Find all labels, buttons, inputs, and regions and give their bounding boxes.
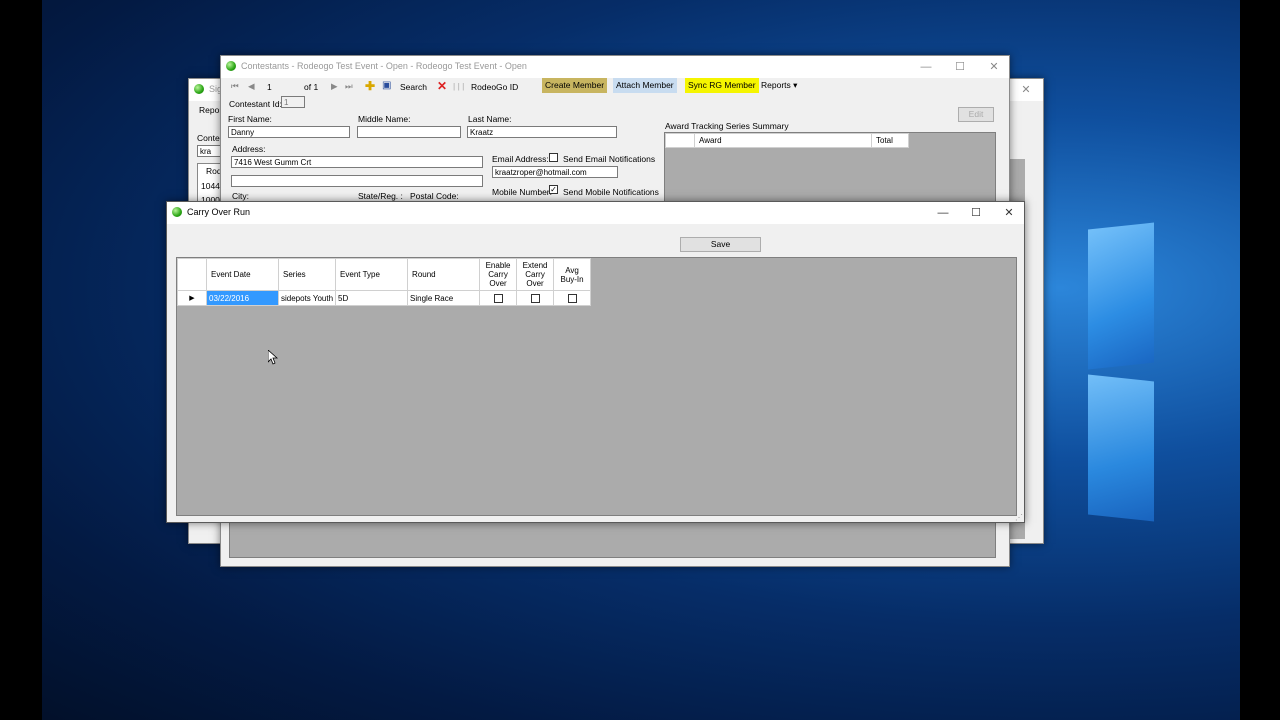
award-summary-title: Award Tracking Series Summary	[665, 121, 789, 131]
minimize-icon[interactable]: —	[915, 59, 937, 75]
reports-menu[interactable]: Repor	[199, 105, 222, 115]
last-name-label: Last Name:	[468, 114, 512, 124]
address-line2-field[interactable]	[231, 175, 483, 187]
last-record-icon[interactable]: ⏭	[345, 81, 353, 92]
close-icon[interactable]: ✕	[998, 205, 1020, 221]
column-header-avg-buy-in[interactable]: Avg Buy-In	[553, 258, 592, 291]
send-email-checkbox[interactable]	[549, 153, 558, 162]
edit-button[interactable]: Edit	[958, 107, 994, 122]
search-button[interactable]: Search	[400, 82, 427, 92]
cell-extend-carry-over[interactable]	[516, 290, 555, 306]
send-mobile-checkbox[interactable]: ✓	[549, 185, 558, 194]
state-label: State/Reg. :	[358, 191, 403, 201]
cell-event-type[interactable]: 5D	[335, 290, 409, 306]
add-icon[interactable]: ✚	[365, 79, 375, 93]
attach-member-button[interactable]: Attach Member	[613, 78, 677, 93]
first-name-label: First Name:	[228, 114, 272, 124]
maximize-icon[interactable]: ☐	[949, 59, 971, 75]
minimize-icon[interactable]: —	[932, 205, 954, 221]
column-header-enable-carry-over[interactable]: Enable Carry Over	[479, 258, 518, 291]
close-icon[interactable]: ✕	[1015, 82, 1037, 98]
middle-name-field[interactable]	[357, 126, 461, 138]
column-header-total[interactable]: Total	[871, 133, 909, 148]
address-line1-field[interactable]: 7416 West Gumm Crt	[231, 156, 483, 168]
contestant-id-field: 1	[281, 96, 305, 108]
email-field[interactable]: kraatzroper@hotmail.com	[492, 166, 618, 178]
contestants-titlebar[interactable]: Contestants - Rodeogo Test Event - Open …	[221, 56, 1009, 78]
contestant-id-label: Contestant Id:	[229, 99, 282, 109]
toolbar-separator: | | |	[453, 81, 465, 91]
save-disk-icon[interactable]: ▣	[382, 80, 391, 91]
reports-dropdown[interactable]: Reports ▾	[758, 78, 800, 93]
sync-rg-member-button[interactable]: Sync RG Member	[685, 78, 759, 93]
table-header-row: Event Date Series Event Type Round Enabl…	[177, 258, 592, 291]
table-header-row: Award Total	[665, 133, 909, 148]
column-header-series[interactable]: Series	[277, 258, 337, 291]
app-status-icon	[172, 207, 182, 217]
column-header-extend-carry-over[interactable]: Extend Carry Over	[516, 258, 555, 291]
save-button[interactable]: Save	[680, 237, 761, 252]
cell-round[interactable]: Single Race	[407, 290, 481, 306]
carry-over-window-title: Carry Over Run	[187, 207, 251, 217]
windows-logo-pane-top	[1088, 222, 1154, 370]
carry-over-window[interactable]: Carry Over Run — ☐ ✕ Save Event Date Ser…	[166, 201, 1025, 523]
city-label: City:	[232, 191, 249, 201]
maximize-icon[interactable]: ☐	[965, 205, 987, 221]
carry-over-titlebar[interactable]: Carry Over Run — ☐ ✕	[167, 202, 1024, 224]
column-header-event-date[interactable]: Event Date	[206, 258, 279, 291]
extend-carry-over-checkbox[interactable]	[530, 293, 540, 303]
column-header-round[interactable]: Round	[407, 258, 481, 291]
carry-over-grid[interactable]: Event Date Series Event Type Round Enabl…	[176, 257, 1017, 516]
close-icon[interactable]: ✕	[983, 59, 1005, 75]
record-position-input[interactable]: 1	[267, 82, 272, 92]
send-mobile-label: Send Mobile Notifications	[563, 187, 659, 197]
avg-buy-in-checkbox[interactable]	[567, 293, 577, 303]
middle-name-label: Middle Name:	[358, 114, 411, 124]
address-label: Address:	[232, 144, 266, 154]
mobile-label: Mobile Number:	[492, 187, 552, 197]
email-label: Email Address:	[492, 154, 549, 164]
column-header-event-type[interactable]: Event Type	[335, 258, 409, 291]
carry-over-table: Event Date Series Event Type Round Enabl…	[177, 258, 592, 306]
windows-logo-pane-bottom	[1088, 374, 1154, 522]
cell-series[interactable]: sidepots Youth	[277, 290, 337, 306]
enable-carry-over-checkbox[interactable]	[493, 293, 503, 303]
chevron-down-icon: ▾	[793, 80, 798, 90]
previous-record-icon[interactable]: ◀	[248, 81, 255, 92]
row-selector-icon[interactable]: ▶	[177, 290, 207, 306]
create-member-button[interactable]: Create Member	[542, 78, 608, 93]
send-email-label: Send Email Notifications	[563, 154, 656, 164]
cell-enable-carry-over[interactable]	[479, 290, 518, 306]
row-header-cell	[177, 258, 207, 291]
cell-avg-buy-in[interactable]	[553, 290, 592, 306]
record-count-label: of 1	[304, 82, 319, 92]
resize-grip-icon[interactable]: ⋰	[1015, 513, 1023, 522]
postal-code-label: Postal Code:	[410, 191, 459, 201]
last-name-field[interactable]: Kraatz	[467, 126, 617, 138]
next-record-icon[interactable]: ▶	[331, 81, 338, 92]
row-header-cell	[665, 133, 695, 148]
mouse-cursor-icon	[268, 350, 278, 365]
contestants-window-title: Contestants - Rodeogo Test Event - Open …	[241, 61, 527, 71]
app-status-icon	[226, 61, 236, 71]
app-status-icon	[194, 84, 204, 94]
cell-event-date[interactable]: 03/22/2016	[206, 290, 279, 306]
reports-label: Reports	[761, 80, 791, 90]
award-summary-table: Award Total	[665, 133, 909, 148]
lower-grid-area	[229, 521, 996, 558]
rodeogo-id-label: RodeoGo ID	[471, 82, 519, 92]
first-record-icon[interactable]: ⏮	[231, 81, 239, 92]
delete-x-icon[interactable]: ✕	[437, 79, 447, 93]
first-name-field[interactable]: Danny	[228, 126, 350, 138]
column-header-award[interactable]: Award	[694, 133, 872, 148]
table-row[interactable]: ▶ 03/22/2016 sidepots Youth 5D Single Ra…	[177, 290, 592, 306]
